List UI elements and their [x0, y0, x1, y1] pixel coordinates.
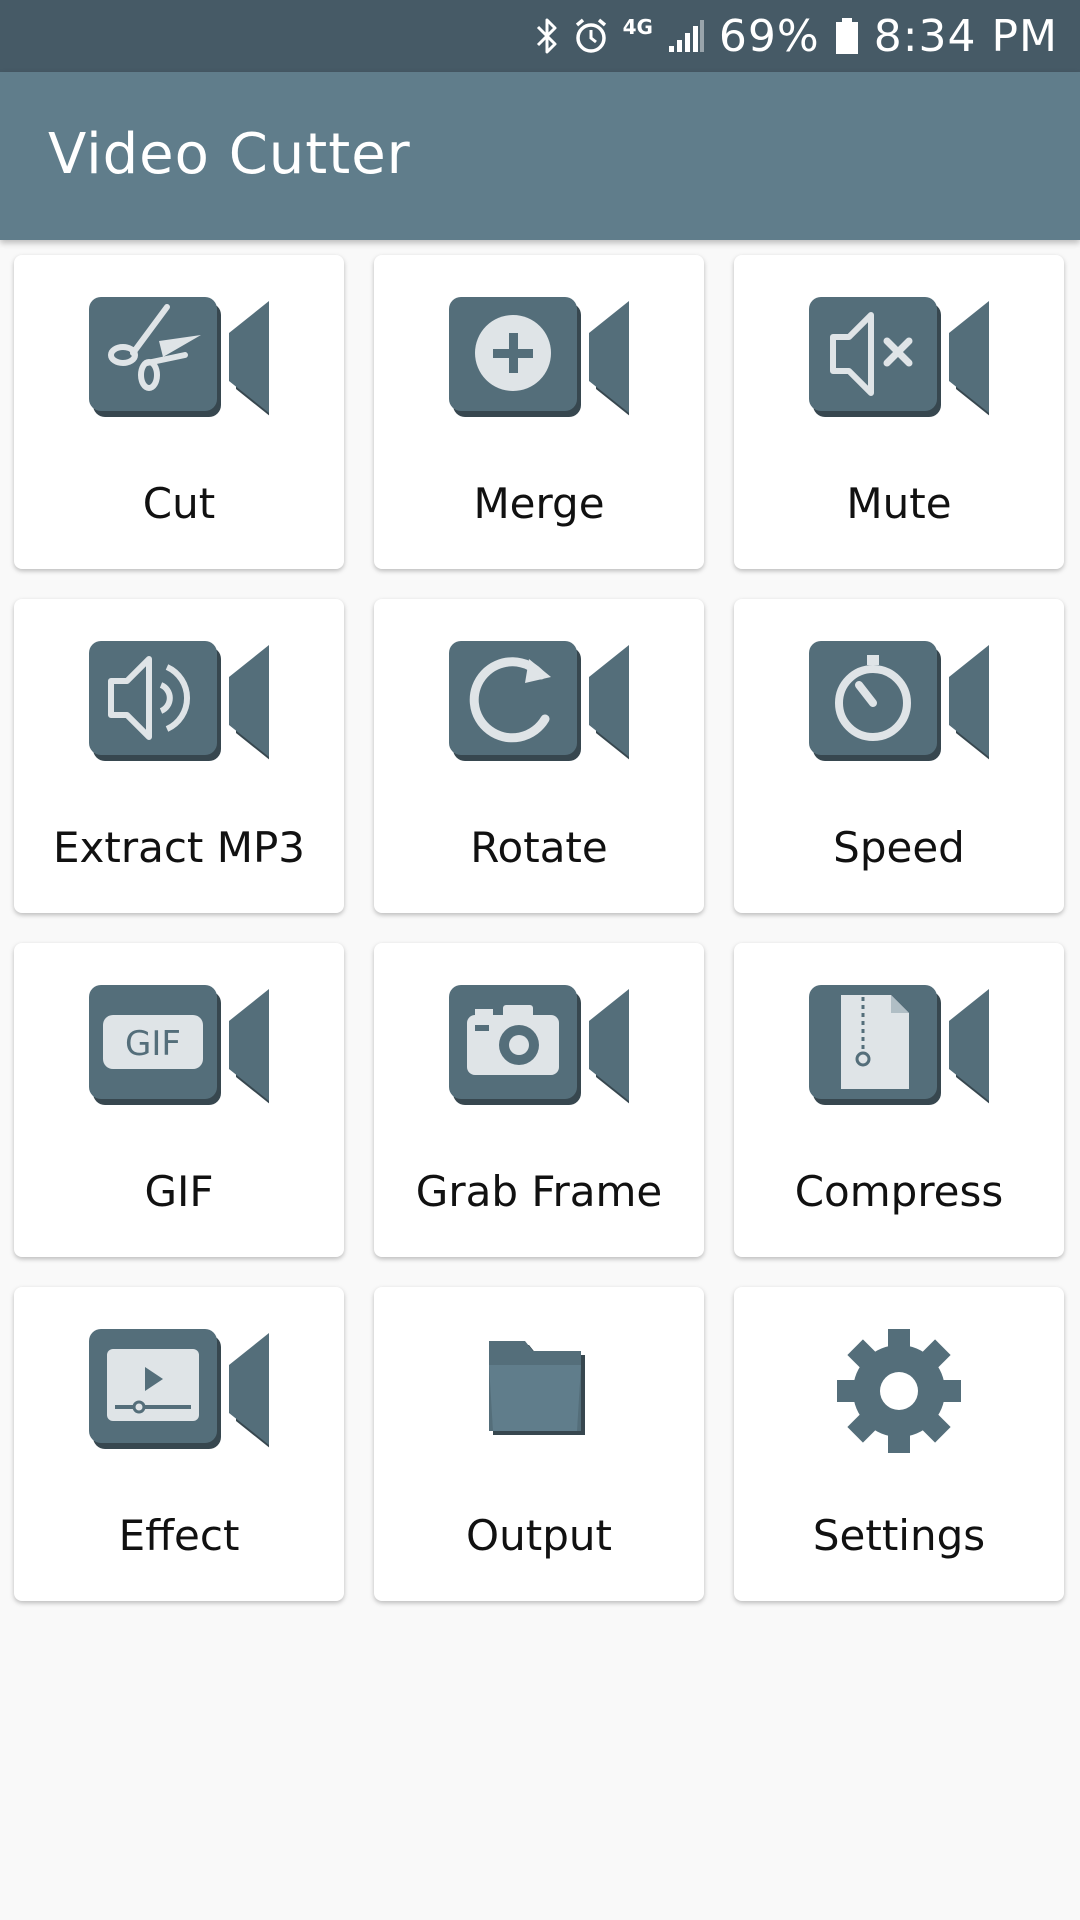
- camera-video-icon: [449, 985, 629, 1109]
- compress-tile[interactable]: Compress: [734, 943, 1064, 1257]
- effect-video-icon: [89, 1329, 269, 1453]
- scissors-video-icon: [89, 297, 269, 421]
- tile-label: Extract MP3: [52, 823, 306, 872]
- mute-video-icon: [809, 297, 989, 421]
- cut-tile[interactable]: Cut: [14, 255, 344, 569]
- compress-video-icon: [809, 985, 989, 1109]
- tile-label: Speed: [833, 823, 965, 872]
- effect-tile[interactable]: Effect: [14, 1287, 344, 1601]
- tile-label: Cut: [142, 479, 216, 528]
- gear-icon: [809, 1329, 989, 1453]
- tile-label: Compress: [794, 1167, 1004, 1216]
- gif-tile[interactable]: GIF GIF: [14, 943, 344, 1257]
- merge-video-icon: [449, 297, 629, 421]
- speed-tile[interactable]: Speed: [734, 599, 1064, 913]
- extract-mp3-tile[interactable]: Extract MP3: [14, 599, 344, 913]
- folder-icon: [449, 1329, 629, 1453]
- tile-label: Effect: [118, 1511, 240, 1560]
- tile-label: Rotate: [470, 823, 608, 872]
- tile-label: Grab Frame: [415, 1167, 663, 1216]
- grab-frame-tile[interactable]: Grab Frame: [374, 943, 704, 1257]
- tile-label: Merge: [473, 479, 605, 528]
- clock: 8:34 PM: [873, 10, 1058, 62]
- tool-grid: Cut Merge Mute Extract MP3 Rotate Speed …: [14, 255, 1066, 1601]
- gif-video-icon: GIF: [89, 985, 269, 1109]
- rotate-video-icon: [449, 641, 629, 765]
- output-tile[interactable]: Output: [374, 1287, 704, 1601]
- tile-label: Output: [466, 1511, 612, 1560]
- mute-tile[interactable]: Mute: [734, 255, 1064, 569]
- bluetooth-icon: [535, 17, 559, 55]
- alarm-icon: [573, 17, 609, 55]
- settings-tile[interactable]: Settings: [734, 1287, 1064, 1601]
- extract-audio-video-icon: [89, 641, 269, 765]
- tile-label: GIF: [144, 1167, 214, 1216]
- network-type: 4G: [622, 15, 653, 39]
- merge-tile[interactable]: Merge: [374, 255, 704, 569]
- battery-icon: [834, 16, 860, 56]
- status-bar: 4G 69% 8:34 PM: [0, 0, 1080, 72]
- tile-label: Settings: [812, 1511, 986, 1560]
- gif-icon-text: GIF: [125, 1024, 181, 1064]
- tile-label: Mute: [846, 479, 952, 528]
- speed-video-icon: [809, 641, 989, 765]
- app-title: Video Cutter: [48, 122, 411, 187]
- rotate-tile[interactable]: Rotate: [374, 599, 704, 913]
- app-bar: Video Cutter: [0, 72, 1080, 240]
- battery-percent: 69%: [718, 10, 820, 62]
- status-icons: 4G 69% 8:34 PM: [535, 0, 1058, 72]
- signal-icon: [667, 18, 705, 54]
